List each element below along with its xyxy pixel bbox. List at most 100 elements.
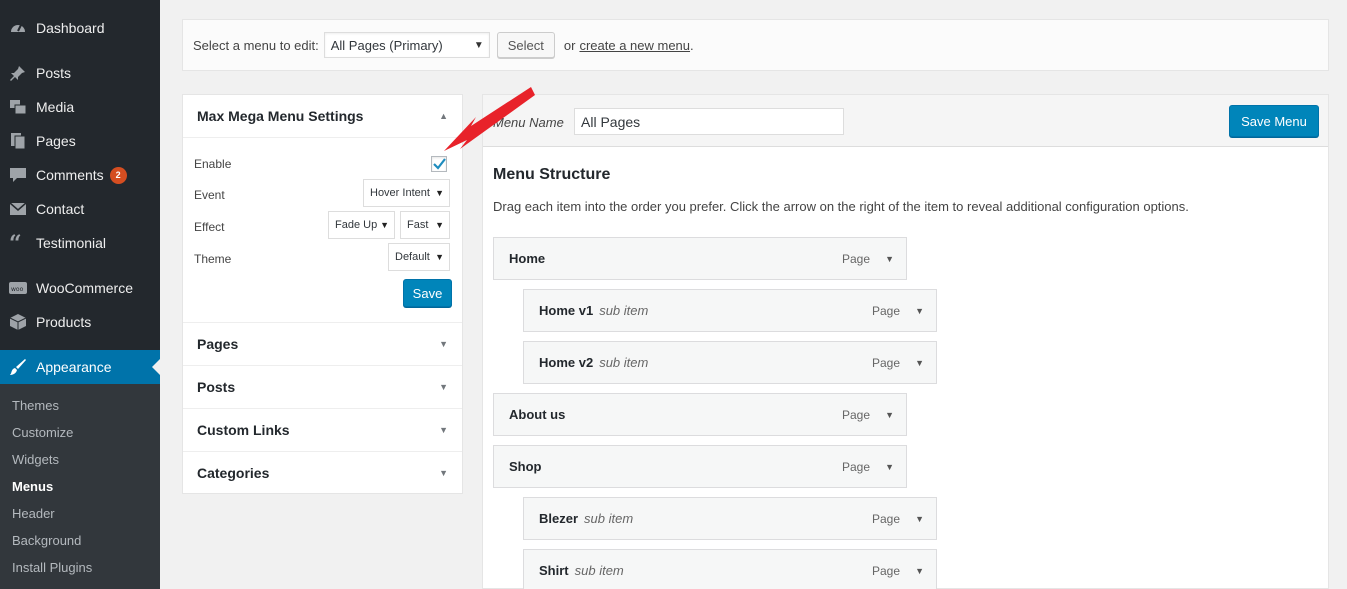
sidebar-item-label: Comments [36, 167, 104, 183]
accordion-posts[interactable]: Posts ▼ [183, 365, 462, 408]
submenu-item-widgets[interactable]: Widgets [12, 452, 59, 467]
collapse-arrow-icon: ▲ [439, 111, 448, 121]
menu-item-type: Page [871, 303, 900, 318]
svg-text:woo: woo [11, 286, 24, 293]
item-toggle-arrow-icon[interactable]: ▼ [915, 358, 924, 368]
accordion-title: Pages [197, 336, 239, 352]
event-label: Event [194, 188, 225, 202]
box-icon [9, 313, 27, 331]
menu-item[interactable]: Home v1 sub item Page ▼ [523, 289, 937, 332]
caret-down-icon: ▼ [435, 188, 444, 198]
quote-icon: “ [9, 234, 27, 252]
mega-menu-settings-title: Max Mega Menu Settings [197, 108, 364, 124]
menu-item-sub-label: sub item [584, 511, 634, 526]
submenu-item-header[interactable]: Header [12, 506, 55, 521]
mega-menu-settings-header[interactable]: Max Mega Menu Settings ▲ [183, 95, 462, 138]
menu-item-title: Shirt [539, 563, 569, 578]
menu-structure-title: Menu Structure [493, 166, 611, 183]
sidebar-item-label: Testimonial [36, 235, 107, 251]
menu-item-title: Home v1 [539, 303, 594, 318]
menu-name-label: Menu Name [493, 115, 564, 130]
menu-item-title: Home [509, 251, 546, 266]
sidebar-item-dashboard[interactable]: Dashboard [0, 11, 160, 45]
accordion-title: Posts [197, 379, 236, 395]
effect-select[interactable]: Fade Up ▼ [328, 211, 395, 239]
menu-item-title: Home v2 [539, 355, 594, 370]
menu-edit-header: Menu Name All Pages Save Menu [483, 95, 1328, 147]
sidebar-item-label: Products [36, 314, 92, 330]
item-toggle-arrow-icon[interactable]: ▼ [885, 410, 894, 420]
sidebar-item-appearance[interactable]: Appearance [0, 350, 160, 384]
sidebar-item-products[interactable]: Products [0, 305, 160, 339]
theme-select[interactable]: Default ▼ [388, 243, 450, 271]
expand-arrow-icon: ▼ [439, 382, 448, 392]
admin-sidebar: Dashboard Posts Media Pages Comments 2 C… [0, 0, 160, 589]
item-toggle-arrow-icon[interactable]: ▼ [885, 254, 894, 264]
sidebar-item-woocommerce[interactable]: woo WooCommerce [0, 271, 160, 305]
sidebar-item-label: Appearance [36, 359, 112, 375]
speed-select-value: Fast [407, 219, 429, 231]
menu-item[interactable]: Home Page ▼ [493, 237, 907, 280]
media-icon [9, 98, 27, 116]
expand-arrow-icon: ▼ [439, 468, 448, 478]
create-new-menu-link[interactable]: create a new menu [579, 38, 690, 53]
sidebar-item-pages[interactable]: Pages [0, 124, 160, 158]
enable-checkbox[interactable] [431, 156, 447, 172]
menu-select-value: All Pages (Primary) [330, 37, 443, 53]
menu-item-type: Page [871, 355, 900, 370]
accordion-custom-links[interactable]: Custom Links ▼ [183, 408, 462, 451]
accordion-title: Custom Links [197, 422, 290, 438]
menu-item-type: Page [871, 563, 900, 578]
dashboard-icon [9, 19, 27, 37]
save-menu-button[interactable]: Save Menu [1229, 105, 1319, 137]
menu-item[interactable]: About us Page ▼ [493, 393, 907, 436]
event-select[interactable]: Hover Intent ▼ [363, 179, 450, 207]
sidebar-item-testimonial[interactable]: “ Testimonial [0, 226, 160, 260]
effect-speed-select[interactable]: Fast ▼ [400, 211, 450, 239]
submenu-item-install-plugins[interactable]: Install Plugins [12, 560, 92, 575]
appearance-submenu: Themes Customize Widgets Menus Header Ba… [0, 384, 160, 589]
caret-down-icon: ▼ [435, 220, 444, 230]
menu-name-input[interactable]: All Pages [574, 108, 844, 135]
select-button[interactable]: Select [496, 32, 555, 58]
menu-item-type: Page [871, 511, 900, 526]
menu-select-bar: Select a menu to edit: All Pages (Primar… [182, 19, 1329, 71]
caret-down-icon: ▼ [473, 39, 484, 51]
menu-item[interactable]: Home v2 sub item Page ▼ [523, 341, 937, 384]
expand-arrow-icon: ▼ [439, 339, 448, 349]
item-toggle-arrow-icon[interactable]: ▼ [915, 514, 924, 524]
menu-item-sub-label: sub item [574, 563, 624, 578]
period-text: . [690, 37, 694, 53]
menu-item[interactable]: Blezer sub item Page ▼ [523, 497, 937, 540]
woo-icon: woo [9, 279, 27, 297]
accordion-pages[interactable]: Pages ▼ [183, 322, 462, 365]
sidebar-item-label: Contact [36, 201, 85, 217]
item-toggle-arrow-icon[interactable]: ▼ [915, 566, 924, 576]
menu-settings-panel: Max Mega Menu Settings ▲ Enable Event Ho… [182, 94, 463, 494]
item-toggle-arrow-icon[interactable]: ▼ [885, 462, 894, 472]
accordion-categories[interactable]: Categories ▼ [183, 451, 462, 494]
menu-item-type: Page [841, 459, 870, 474]
menu-item[interactable]: Shop Page ▼ [493, 445, 907, 488]
submenu-item-customize[interactable]: Customize [12, 425, 73, 440]
sidebar-item-posts[interactable]: Posts [0, 56, 160, 90]
submenu-item-background[interactable]: Background [12, 533, 81, 548]
menu-item-sub-label: sub item [599, 303, 649, 318]
sidebar-item-label: Pages [36, 133, 76, 149]
sidebar-item-media[interactable]: Media [0, 90, 160, 124]
mega-settings-save-button[interactable]: Save [403, 279, 452, 307]
sidebar-item-label: Media [36, 99, 75, 115]
menu-item-title: About us [509, 407, 566, 422]
comment-count-badge: 2 [109, 166, 127, 184]
sidebar-item-contact[interactable]: Contact [0, 192, 160, 226]
menu-item-title: Blezer [539, 511, 579, 526]
sidebar-item-comments[interactable]: Comments 2 [0, 158, 160, 192]
item-toggle-arrow-icon[interactable]: ▼ [915, 306, 924, 316]
menu-select-dropdown[interactable]: All Pages (Primary) ▼ [323, 32, 490, 58]
submenu-item-menus[interactable]: Menus [12, 479, 53, 494]
menu-item[interactable]: Shirt sub item Page ▼ [523, 549, 937, 589]
menu-item-type: Page [841, 407, 870, 422]
sidebar-item-label: Dashboard [36, 20, 105, 36]
submenu-item-themes[interactable]: Themes [12, 398, 59, 413]
comment-icon [9, 166, 27, 184]
